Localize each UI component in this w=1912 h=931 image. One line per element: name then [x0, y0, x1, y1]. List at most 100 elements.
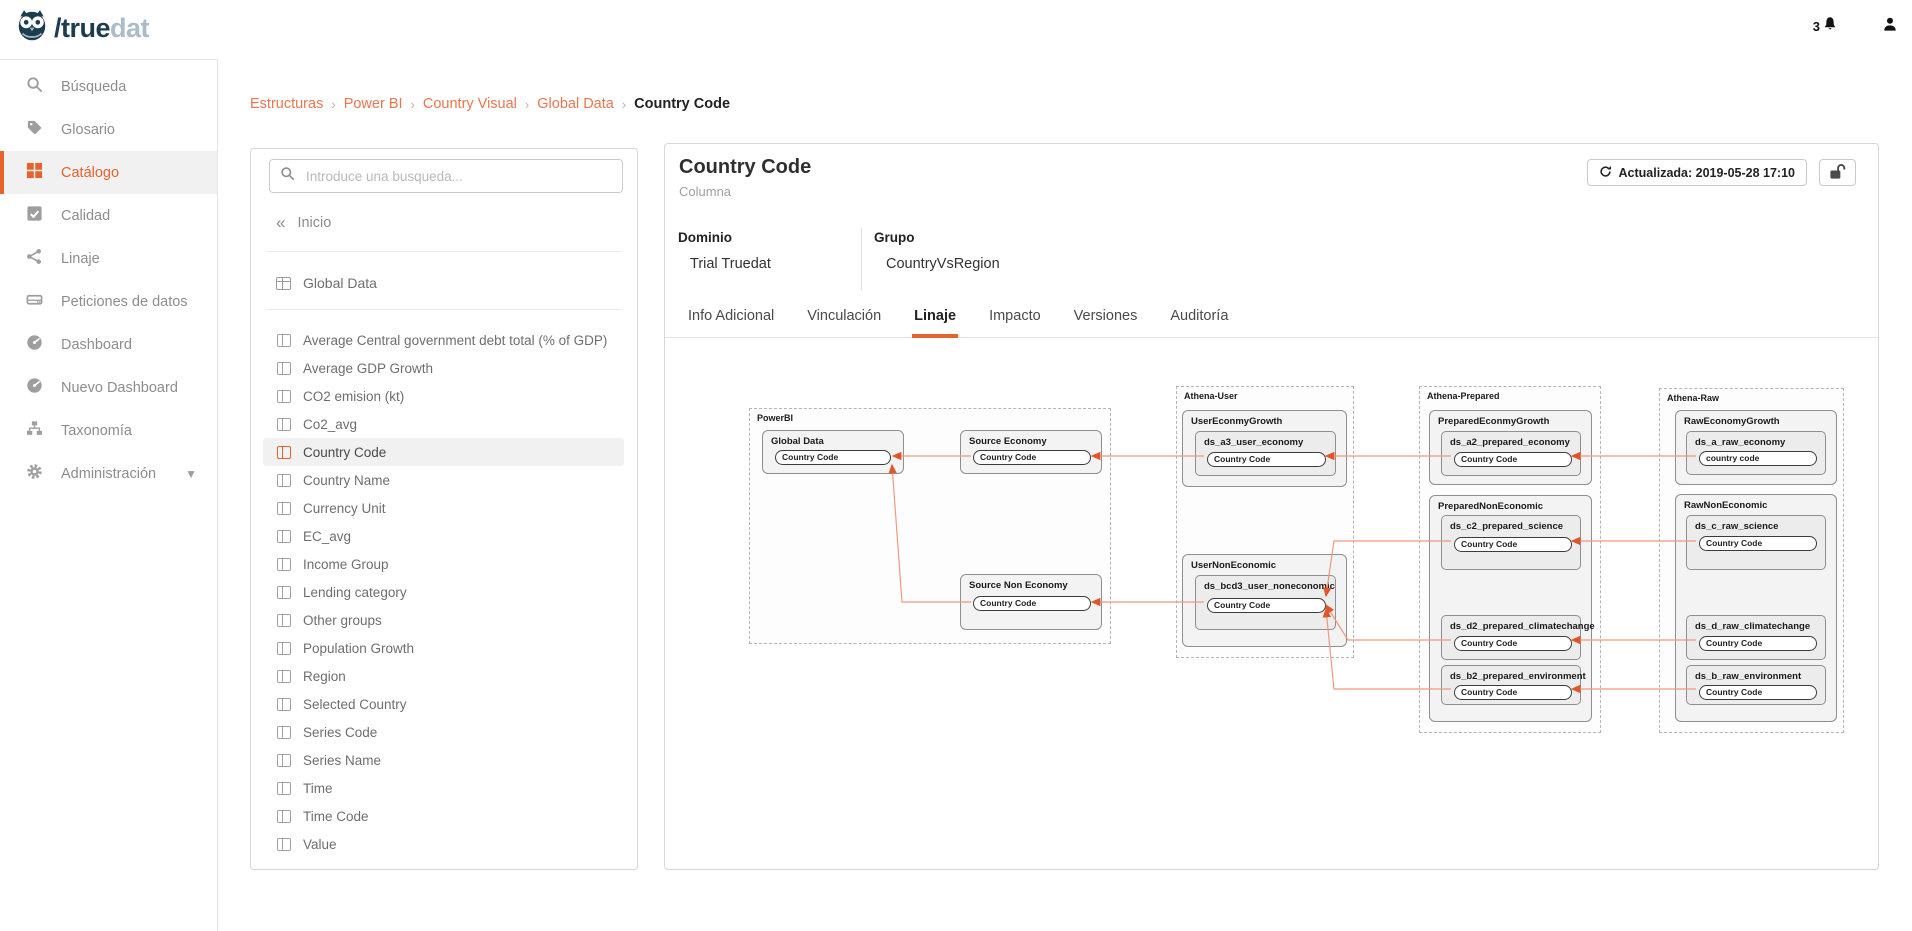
- lineage-column-pill[interactable]: Country Code: [1454, 537, 1572, 552]
- structure-search-box: [269, 159, 623, 193]
- list-item[interactable]: Currency Unit: [263, 494, 624, 522]
- lineage-dataset-ds-bcd3-user-noneconomic[interactable]: ds_bcd3_user_noneconomic Country Code: [1195, 575, 1336, 630]
- lineage-dataset-ds-a3-user-economy[interactable]: ds_a3_user_economy Country Code: [1195, 431, 1336, 476]
- lineage-table-preparedeconmygrowth[interactable]: PreparedEconmyGrowth ds_a2_prepared_econ…: [1429, 410, 1592, 485]
- lineage-column-pill[interactable]: Country Code: [775, 450, 891, 465]
- refresh-metadata-button[interactable]: Actualizada: 2019-05-28 17:10: [1587, 159, 1807, 186]
- lineage-column-pill[interactable]: Country Code: [1454, 452, 1572, 467]
- tab-versiones[interactable]: Versiones: [1072, 304, 1140, 338]
- tab-auditoria[interactable]: Auditoría: [1168, 304, 1230, 338]
- sidebar-item-nuevo-dashboard[interactable]: Nuevo Dashboard: [0, 366, 217, 409]
- breadcrumb-link-global-data[interactable]: Global Data: [537, 96, 614, 112]
- lineage-table-global-data[interactable]: Global Data Country Code: [762, 430, 904, 474]
- breadcrumb-separator: ›: [622, 97, 626, 112]
- sidebar-item-catalogo[interactable]: Catálogo: [0, 151, 217, 194]
- sidebar-nav: Búsqueda Glosario Catálogo Calidad Linaj…: [0, 59, 218, 931]
- lineage-column-pill[interactable]: country code: [1699, 451, 1817, 466]
- lineage-table-raweconomygrowth[interactable]: RawEconomyGrowth ds_a_raw_economy countr…: [1675, 410, 1837, 485]
- share-icon: [26, 248, 43, 269]
- list-item[interactable]: Co2_avg: [263, 410, 624, 438]
- lineage-dataset-ds-d-raw-climatechange[interactable]: ds_d_raw_climatechange Country Code: [1686, 615, 1826, 660]
- lineage-dataset-ds-b-raw-environment[interactable]: ds_b_raw_environment Country Code: [1686, 665, 1826, 705]
- lineage-table-source-non-economy[interactable]: Source Non Economy Country Code: [960, 574, 1102, 630]
- lineage-dataset-ds-d2-prepared-climatechange[interactable]: ds_d2_prepared_climatechange Country Cod…: [1441, 615, 1581, 660]
- lineage-dataset-ds-a2-prepared-economy[interactable]: ds_a2_prepared_economy Country Code: [1441, 431, 1581, 476]
- lineage-column-pill[interactable]: Country Code: [1207, 452, 1326, 467]
- lineage-table-preparednoneconomic[interactable]: PreparedNonEconomic ds_c2_prepared_scien…: [1429, 495, 1592, 722]
- notifications-button[interactable]: 3: [1813, 16, 1838, 37]
- list-item[interactable]: Region: [263, 662, 624, 690]
- breadcrumb-separator: ›: [525, 97, 529, 112]
- lineage-dataset-ds-b2-prepared-environment[interactable]: ds_b2_prepared_environment Country Code: [1441, 665, 1581, 705]
- unlock-button[interactable]: [1819, 159, 1856, 186]
- lineage-dataset-ds-c2-prepared-science[interactable]: ds_c2_prepared_science Country Code: [1441, 515, 1581, 570]
- sidebar-item-calidad[interactable]: Calidad: [0, 194, 217, 237]
- column-icon: [277, 670, 291, 683]
- lineage-column-pill[interactable]: Country Code: [973, 450, 1091, 465]
- column-icon: [277, 810, 291, 823]
- sidebar-item-glosario[interactable]: Glosario: [0, 108, 217, 151]
- sidebar-item-peticiones[interactable]: Peticiones de datos: [0, 280, 217, 323]
- double-chevron-left-icon: «: [276, 216, 285, 230]
- list-item[interactable]: Selected Country: [263, 690, 624, 718]
- field-label: Series Name: [303, 753, 381, 768]
- tab-info-adicional[interactable]: Info Adicional: [686, 304, 776, 338]
- sidebar-item-label: Administración: [61, 466, 156, 482]
- sidebar-item-label: Peticiones de datos: [61, 294, 188, 310]
- list-item[interactable]: Lending category: [263, 578, 624, 606]
- lineage-group-athena-prepared: Athena-Prepared PreparedEconmyGrowth ds_…: [1419, 386, 1601, 733]
- breadcrumb: Estructuras › Power BI › Country Visual …: [250, 96, 730, 112]
- gauge-icon: [26, 334, 43, 355]
- lineage-column-pill[interactable]: Country Code: [1699, 685, 1817, 700]
- search-input[interactable]: [304, 168, 612, 185]
- sidebar-item-linaje[interactable]: Linaje: [0, 237, 217, 280]
- list-item[interactable]: Time Code: [263, 802, 624, 830]
- field-label: Income Group: [303, 557, 389, 572]
- lineage-column-pill[interactable]: Country Code: [1454, 636, 1572, 651]
- lineage-column-pill[interactable]: Country Code: [1207, 598, 1326, 613]
- list-item[interactable]: Average GDP Growth: [263, 354, 624, 382]
- list-item-selected[interactable]: Country Code: [263, 438, 624, 466]
- lineage-column-pill[interactable]: Country Code: [973, 596, 1091, 611]
- list-item[interactable]: Value: [263, 830, 624, 858]
- sidebar-item-taxonomia[interactable]: Taxonomía: [0, 409, 217, 452]
- list-item[interactable]: Time: [263, 774, 624, 802]
- chevron-down-icon: ▼: [185, 467, 197, 481]
- list-item[interactable]: CO2 emision (kt): [263, 382, 624, 410]
- lineage-dataset-label: ds_a_raw_economy: [1695, 437, 1785, 448]
- lineage-column-pill[interactable]: Country Code: [1699, 536, 1817, 551]
- lineage-group-athena-raw: Athena-Raw RawEconomyGrowth ds_a_raw_eco…: [1659, 388, 1844, 733]
- lineage-dataset-ds-c-raw-science[interactable]: ds_c_raw_science Country Code: [1686, 515, 1826, 570]
- column-icon: [277, 698, 291, 711]
- parent-table-item[interactable]: Global Data: [263, 269, 624, 297]
- lineage-table-usernoneconomic[interactable]: UserNonEconomic ds_bcd3_user_noneconomic…: [1182, 554, 1347, 647]
- list-item[interactable]: Income Group: [263, 550, 624, 578]
- sidebar-item-administracion[interactable]: Administración ▼: [0, 452, 217, 495]
- field-label: Series Code: [303, 725, 377, 740]
- lineage-table-usereconmygrowth[interactable]: UserEconmyGrowth ds_a3_user_economy Coun…: [1182, 410, 1347, 487]
- back-to-inicio-button[interactable]: « Inicio: [276, 215, 331, 231]
- list-item[interactable]: Series Name: [263, 746, 624, 774]
- column-icon: [277, 642, 291, 655]
- sidebar-item-dashboard[interactable]: Dashboard: [0, 323, 217, 366]
- list-item[interactable]: Average Central government debt total (%…: [263, 326, 624, 354]
- sidebar-item-busqueda[interactable]: Búsqueda: [0, 65, 217, 108]
- list-item[interactable]: Country Name: [263, 466, 624, 494]
- breadcrumb-link-estructuras[interactable]: Estructuras: [250, 96, 323, 112]
- breadcrumb-link-country-visual[interactable]: Country Visual: [423, 96, 517, 112]
- list-item[interactable]: EC_avg: [263, 522, 624, 550]
- lineage-column-pill[interactable]: Country Code: [1454, 685, 1572, 700]
- list-item[interactable]: Other groups: [263, 606, 624, 634]
- tab-linaje[interactable]: Linaje: [912, 304, 958, 338]
- tab-vinculacion[interactable]: Vinculación: [805, 304, 883, 338]
- list-item[interactable]: Series Code: [263, 718, 624, 746]
- lineage-column-pill[interactable]: Country Code: [1699, 636, 1817, 651]
- lineage-dataset-ds-a-raw-economy[interactable]: ds_a_raw_economy country code: [1686, 431, 1826, 475]
- truedat-logo[interactable]: /truedat: [14, 8, 149, 49]
- lineage-table-source-economy[interactable]: Source Economy Country Code: [960, 430, 1102, 474]
- breadcrumb-link-powerbi[interactable]: Power BI: [344, 96, 403, 112]
- list-item[interactable]: Population Growth: [263, 634, 624, 662]
- user-menu-button[interactable]: [1882, 16, 1898, 37]
- lineage-table-rawnoneconomic[interactable]: RawNonEconomic ds_c_raw_science Country …: [1675, 494, 1837, 722]
- tab-impacto[interactable]: Impacto: [987, 304, 1043, 338]
